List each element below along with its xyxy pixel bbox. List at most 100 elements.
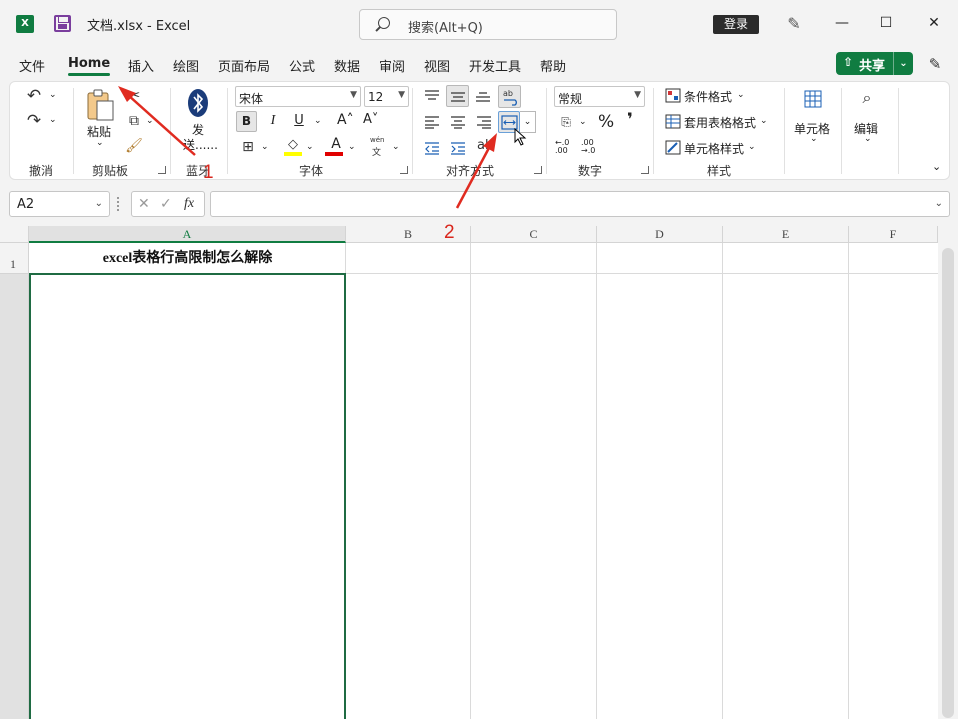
cell-a1[interactable]: excel表格行高限制怎么解除 xyxy=(30,244,345,274)
tab-home[interactable]: Home xyxy=(68,56,110,71)
enter-icon[interactable]: ✓ xyxy=(160,196,172,212)
bottom-align-icon[interactable] xyxy=(475,89,491,103)
tab-review[interactable]: 审阅 xyxy=(379,56,405,75)
chevron-down-icon[interactable]: ⌄ xyxy=(261,142,269,152)
tab-formulas[interactable]: 公式 xyxy=(289,56,315,75)
copy-icon[interactable]: ⧉ xyxy=(125,113,143,131)
wrap-text-button[interactable]: ab xyxy=(498,85,521,108)
tab-draw[interactable]: 绘图 xyxy=(173,56,199,75)
chevron-down-icon[interactable]: ⌄ xyxy=(348,142,356,152)
chevron-down-icon[interactable]: ⌄ xyxy=(864,134,872,144)
chevron-down-icon[interactable]: ⌄ xyxy=(314,116,322,126)
bold-button[interactable]: B xyxy=(236,111,257,132)
column-header-d[interactable]: D xyxy=(597,226,723,243)
comments-icon[interactable]: ✎ xyxy=(926,55,944,73)
phonetic-guide-bottom[interactable]: 文 xyxy=(372,145,381,158)
cancel-icon[interactable]: ✕ xyxy=(138,196,150,212)
chevron-down-icon[interactable]: ⌄ xyxy=(737,90,745,100)
bluetooth-send-label-2[interactable]: 送...... xyxy=(183,136,218,153)
chevron-down-icon[interactable]: ⌄ xyxy=(146,116,154,126)
align-right-icon[interactable] xyxy=(476,115,492,129)
save-icon[interactable] xyxy=(54,15,71,32)
cells-icon[interactable] xyxy=(804,90,822,108)
decrease-indent-icon[interactable] xyxy=(424,141,440,155)
chevron-down-icon[interactable]: ⌄ xyxy=(748,142,756,152)
chevron-down-icon[interactable]: ⌄ xyxy=(49,90,57,100)
increase-indent-icon[interactable] xyxy=(450,141,466,155)
percent-style-button[interactable]: % xyxy=(598,112,614,132)
formula-bar-splitter[interactable] xyxy=(117,197,121,211)
insert-function-icon[interactable]: fx xyxy=(184,196,194,212)
format-as-table-icon[interactable] xyxy=(665,114,681,129)
ribbon-collapse-icon[interactable]: ⌄ xyxy=(932,160,941,173)
column-header-a[interactable]: A xyxy=(29,226,346,243)
tab-developer[interactable]: 开发工具 xyxy=(469,56,521,75)
tab-page-layout[interactable]: 页面布局 xyxy=(218,56,270,75)
row-header-1[interactable]: 1 xyxy=(0,243,29,274)
comma-style-button[interactable]: ❜ xyxy=(627,110,633,130)
chevron-down-icon[interactable]: ⌄ xyxy=(579,117,587,127)
redo-icon[interactable]: ↷ xyxy=(24,111,44,131)
chevron-down-icon[interactable]: ⌄ xyxy=(96,138,104,148)
tab-view[interactable]: 视图 xyxy=(424,56,450,75)
font-size-select[interactable]: 12 ▼ xyxy=(364,86,409,107)
fill-color-icon[interactable]: ◇ xyxy=(284,137,302,152)
formula-input[interactable]: ⌄ xyxy=(210,191,950,217)
scrollbar-thumb[interactable] xyxy=(942,248,954,718)
align-center-icon[interactable] xyxy=(450,115,466,129)
chevron-down-icon[interactable]: ⌄ xyxy=(893,52,913,75)
name-box[interactable]: A2 ⌄ xyxy=(9,191,110,217)
format-painter-icon[interactable]: 🖌 xyxy=(125,138,143,156)
chevron-down-icon[interactable]: ⌄ xyxy=(392,142,400,152)
shrink-font-button[interactable]: A˅ xyxy=(363,112,378,127)
bluetooth-icon[interactable] xyxy=(187,88,209,118)
cell-styles-icon[interactable] xyxy=(665,140,681,155)
increase-decimal-button[interactable]: ←.0 .00 xyxy=(555,139,577,155)
format-as-table-button[interactable]: 套用表格格式 xyxy=(684,114,756,131)
find-icon[interactable]: ⌕ xyxy=(857,88,877,108)
maximize-button[interactable]: ☐ xyxy=(876,13,896,33)
undo-icon[interactable]: ↶ xyxy=(24,86,44,106)
conditional-format-button[interactable]: 条件格式 xyxy=(684,88,732,105)
grow-font-button[interactable]: A˄ xyxy=(337,112,354,128)
tab-data[interactable]: 数据 xyxy=(334,56,360,75)
align-left-icon[interactable] xyxy=(424,115,440,129)
selected-cell-a2[interactable] xyxy=(29,273,346,719)
tab-help[interactable]: 帮助 xyxy=(540,56,566,75)
column-header-f[interactable]: F xyxy=(849,226,938,243)
top-align-icon[interactable] xyxy=(424,89,440,103)
orientation-icon[interactable]: ab xyxy=(477,138,493,154)
font-name-select[interactable]: 宋体 ▼ xyxy=(235,86,361,107)
designer-icon[interactable]: ✎ xyxy=(784,14,804,34)
chevron-down-icon[interactable]: ⌄ xyxy=(49,115,57,125)
chevron-down-icon[interactable]: ⌄ xyxy=(760,116,768,126)
italic-button[interactable]: I xyxy=(266,113,280,129)
vertical-scrollbar[interactable] xyxy=(938,226,958,719)
share-button[interactable]: ⇧ 共享 ⌄ xyxy=(836,52,913,75)
column-header-c[interactable]: C xyxy=(471,226,597,243)
cut-icon[interactable]: ✂ xyxy=(125,86,143,104)
worksheet-grid[interactable]: A B C D E F 1 excel表格行高限制怎么解除 xyxy=(0,226,938,719)
dialog-launcher-icon[interactable] xyxy=(400,166,408,174)
dialog-launcher-icon[interactable] xyxy=(534,166,542,174)
row-header-2[interactable] xyxy=(0,274,29,719)
chevron-down-icon[interactable]: ⌄ xyxy=(810,134,818,144)
search-input[interactable]: 搜索(Alt+Q) xyxy=(359,9,617,40)
chevron-down-icon[interactable]: ⌄ xyxy=(306,142,314,152)
phonetic-guide-top[interactable]: wén xyxy=(370,136,384,144)
font-color-icon[interactable]: A xyxy=(328,136,344,152)
dialog-launcher-icon[interactable] xyxy=(641,166,649,174)
select-all-button[interactable] xyxy=(0,226,29,243)
chevron-down-icon[interactable]: ⌄ xyxy=(935,198,943,209)
cell-styles-button[interactable]: 单元格样式 xyxy=(684,140,744,157)
column-header-e[interactable]: E xyxy=(723,226,849,243)
accounting-format-icon[interactable]: ⎘ xyxy=(556,115,576,131)
conditional-format-icon[interactable] xyxy=(665,88,681,103)
number-format-select[interactable]: 常规 ▼ xyxy=(554,86,645,107)
paste-icon[interactable] xyxy=(85,88,115,122)
close-button[interactable]: ✕ xyxy=(924,13,944,33)
dialog-launcher-icon[interactable] xyxy=(158,166,166,174)
middle-align-button[interactable] xyxy=(446,85,469,107)
minimize-button[interactable]: — xyxy=(832,13,852,33)
decrease-decimal-button[interactable]: .00 →.0 xyxy=(581,139,603,155)
